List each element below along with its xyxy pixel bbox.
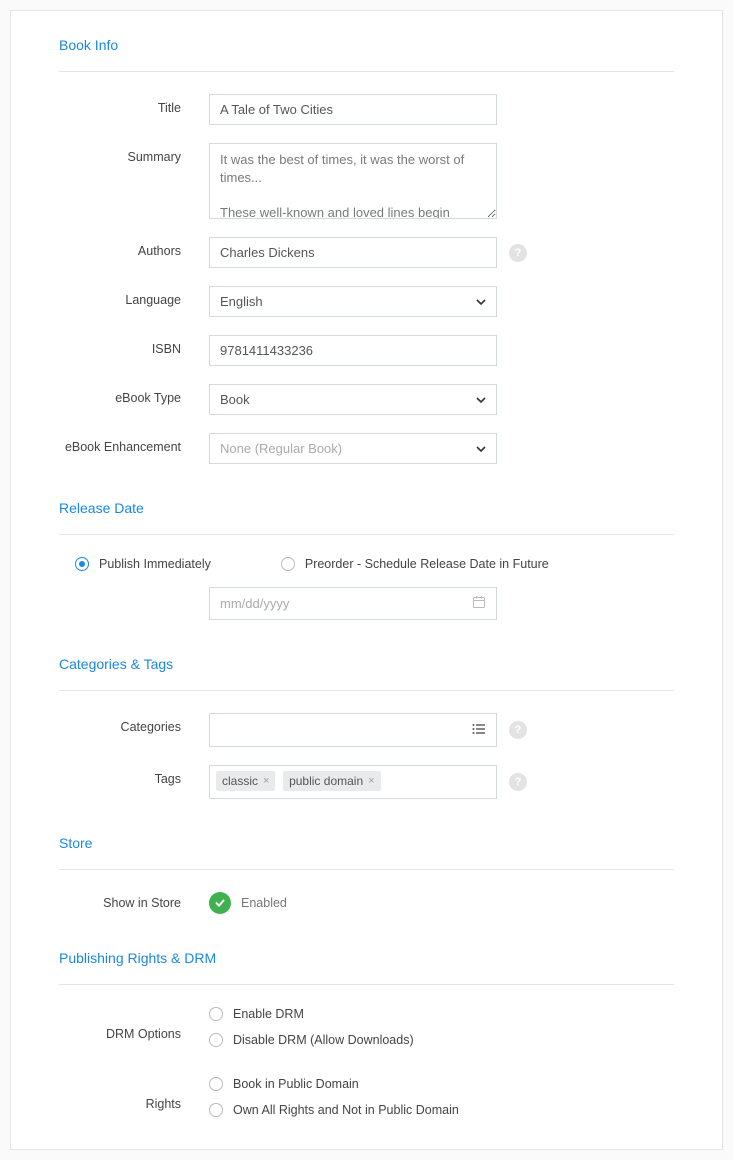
label-ebook-enhancement: eBook Enhancement: [59, 433, 209, 454]
label-show-in-store: Show in Store: [59, 896, 209, 910]
ebook-type-select[interactable]: Book: [209, 384, 497, 415]
label-drm-options: DRM Options: [59, 1007, 209, 1041]
help-icon[interactable]: ?: [509, 244, 527, 262]
tags-input[interactable]: classic × public domain ×: [209, 765, 497, 799]
radio-preorder[interactable]: [281, 557, 295, 571]
label-language: Language: [59, 286, 209, 307]
language-select[interactable]: English: [209, 286, 497, 317]
label-title: Title: [59, 94, 209, 115]
label-public-domain: Book in Public Domain: [233, 1077, 359, 1091]
radio-own-all-rights[interactable]: [209, 1103, 223, 1117]
tag-remove-icon[interactable]: ×: [368, 775, 374, 787]
radio-public-domain[interactable]: [209, 1077, 223, 1091]
label-tags: Tags: [59, 765, 209, 786]
ebook-enhancement-select[interactable]: None (Regular Book): [209, 433, 497, 464]
radio-disable-drm[interactable]: [209, 1033, 223, 1047]
authors-input[interactable]: [209, 237, 497, 268]
help-icon[interactable]: ?: [509, 773, 527, 791]
label-publish-immediately: Publish Immediately: [99, 557, 211, 571]
categories-input[interactable]: [209, 713, 497, 747]
label-enable-drm: Enable DRM: [233, 1007, 304, 1021]
label-isbn: ISBN: [59, 335, 209, 356]
label-disable-drm: Disable DRM (Allow Downloads): [233, 1033, 414, 1047]
calendar-icon: [472, 595, 486, 612]
list-icon: [472, 723, 486, 738]
title-input[interactable]: [209, 94, 497, 125]
date-placeholder: mm/dd/yyyy: [220, 596, 289, 611]
help-icon[interactable]: ?: [509, 721, 527, 739]
label-authors: Authors: [59, 237, 209, 258]
label-categories: Categories: [59, 713, 209, 734]
book-form-panel: Book Info Title Summary It was the best …: [10, 10, 723, 1150]
label-preorder: Preorder - Schedule Release Date in Futu…: [305, 557, 549, 571]
tag-label: public domain: [289, 774, 363, 788]
section-title-book-info: Book Info: [59, 31, 674, 72]
label-summary: Summary: [59, 143, 209, 164]
tag-remove-icon[interactable]: ×: [263, 775, 269, 787]
section-title-rights-drm: Publishing Rights & DRM: [59, 944, 674, 985]
tag-chip[interactable]: classic ×: [216, 771, 275, 791]
tag-chip[interactable]: public domain ×: [283, 771, 380, 791]
radio-publish-immediately[interactable]: [75, 557, 89, 571]
store-enabled-label: Enabled: [241, 896, 287, 910]
label-own-all-rights: Own All Rights and Not in Public Domain: [233, 1103, 459, 1117]
release-date-input[interactable]: mm/dd/yyyy: [209, 587, 497, 620]
section-title-categories-tags: Categories & Tags: [59, 650, 674, 691]
check-icon[interactable]: [209, 892, 231, 914]
isbn-input[interactable]: [209, 335, 497, 366]
label-rights: Rights: [59, 1077, 209, 1111]
radio-enable-drm[interactable]: [209, 1007, 223, 1021]
summary-textarea[interactable]: It was the best of times, it was the wor…: [209, 143, 497, 219]
section-title-store: Store: [59, 829, 674, 870]
tag-label: classic: [222, 774, 258, 788]
label-ebook-type: eBook Type: [59, 384, 209, 405]
section-title-release-date: Release Date: [59, 494, 674, 535]
